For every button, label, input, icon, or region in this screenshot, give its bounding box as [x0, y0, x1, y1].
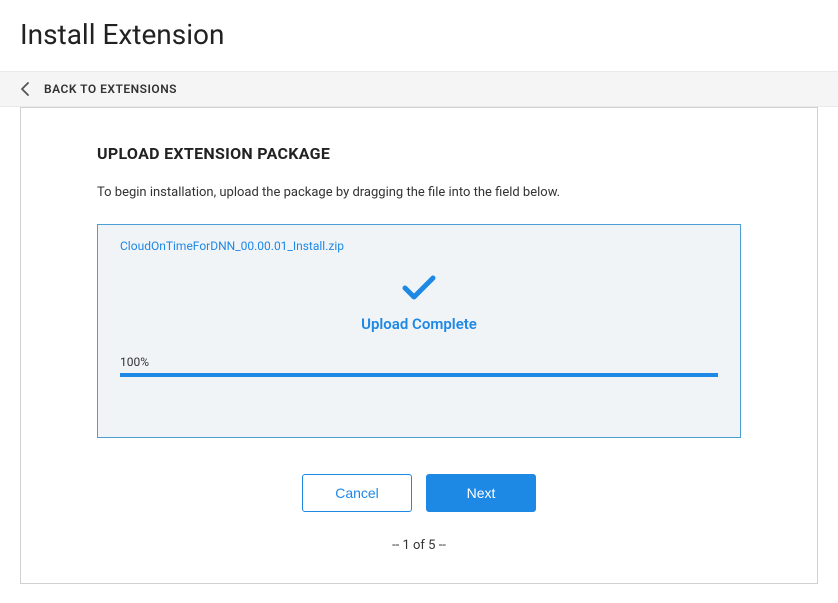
back-label: BACK TO EXTENSIONS: [44, 82, 177, 96]
checkmark-icon: [401, 273, 437, 305]
step-indicator: -- 1 of 5 --: [97, 538, 741, 553]
section-title: UPLOAD EXTENSION PACKAGE: [97, 144, 741, 163]
upload-status-text: Upload Complete: [120, 315, 718, 333]
back-navigation-bar[interactable]: BACK TO EXTENSIONS: [0, 71, 838, 107]
chevron-left-icon: [20, 82, 30, 96]
cancel-button[interactable]: Cancel: [302, 474, 412, 512]
progress-percent-label: 100%: [120, 355, 718, 369]
uploaded-file-name: CloudOnTimeForDNN_00.00.01_Install.zip: [120, 239, 718, 253]
progress-bar-fill: [120, 373, 718, 377]
upload-drop-zone[interactable]: CloudOnTimeForDNN_00.00.01_Install.zip U…: [97, 224, 741, 438]
progress-bar: [120, 373, 718, 377]
section-description: To begin installation, upload the packag…: [97, 185, 741, 200]
button-row: Cancel Next: [97, 474, 741, 512]
content-panel: UPLOAD EXTENSION PACKAGE To begin instal…: [20, 107, 818, 584]
next-button[interactable]: Next: [426, 474, 536, 512]
upload-status-icon-row: [120, 273, 718, 305]
page-title: Install Extension: [0, 0, 838, 71]
